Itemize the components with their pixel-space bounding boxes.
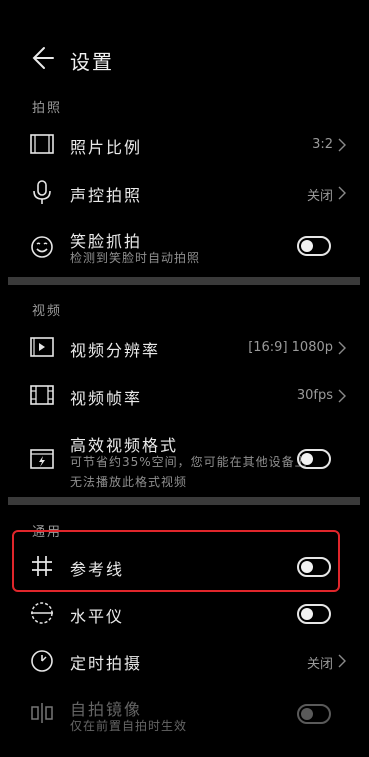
- setting-photo-ratio[interactable]: 照片比例 3:2: [0, 128, 369, 162]
- toggle-knob: [301, 240, 313, 252]
- setting-value: [16:9] 1080p: [248, 340, 333, 355]
- page-title: 设置: [70, 50, 114, 74]
- header: 设置: [0, 0, 369, 110]
- setting-label: 视频帧率: [70, 389, 143, 408]
- setting-video-resolution[interactable]: 视频分辨率 [16:9] 1080p: [0, 331, 369, 365]
- level-icon: [31, 602, 53, 624]
- setting-value: 3:2: [312, 137, 333, 152]
- setting-video-format[interactable]: 高效视频格式 可节省约35%空间，您可能在其他设备上无法播放此格式视频: [0, 428, 369, 490]
- setting-value: 关闭: [306, 657, 333, 672]
- level-toggle[interactable]: [297, 604, 331, 624]
- chevron-right-icon: [338, 654, 346, 668]
- setting-selfie-mirror: 自拍镜像 仅在前置自拍时生效: [0, 692, 369, 738]
- setting-timer[interactable]: 定时拍摄 关闭: [0, 644, 369, 678]
- chevron-right-icon: [338, 389, 346, 403]
- smile-icon: [31, 236, 53, 258]
- setting-label: 声控拍照: [70, 186, 143, 205]
- chevron-right-icon: [338, 186, 346, 200]
- toggle-knob: [301, 708, 313, 720]
- setting-label: 水平仪: [70, 607, 125, 626]
- chevron-right-icon: [338, 138, 346, 152]
- section-label-video: 视频: [32, 304, 63, 319]
- toggle-knob: [301, 453, 313, 465]
- aspect-ratio-icon: [30, 134, 54, 154]
- setting-sublabel: 仅在前置自拍时生效: [70, 719, 188, 733]
- highlight-box: [12, 530, 340, 592]
- selfie-mirror-toggle: [297, 704, 331, 724]
- setting-voice-capture[interactable]: 声控拍照 关闭: [0, 176, 369, 210]
- setting-video-framerate[interactable]: 视频帧率 30fps: [0, 379, 369, 413]
- section-label-photo: 拍照: [32, 101, 63, 116]
- setting-smile-capture[interactable]: 笑脸抓拍 检测到笑脸时自动拍照: [0, 224, 369, 270]
- setting-label: 视频分辨率: [70, 341, 161, 360]
- film-icon: [30, 385, 54, 405]
- section-divider: [8, 497, 360, 505]
- setting-sublabel: 检测到笑脸时自动拍照: [70, 251, 201, 265]
- setting-sublabel: 可节省约35%空间，您可能在其他设备上无法播放此格式视频: [70, 455, 308, 489]
- back-arrow-icon[interactable]: [30, 44, 54, 72]
- video-format-toggle[interactable]: [297, 449, 331, 469]
- section-divider: [8, 277, 360, 285]
- mirror-icon: [31, 703, 53, 723]
- setting-value: 30fps: [296, 388, 333, 403]
- microphone-icon: [33, 180, 51, 204]
- setting-label: 照片比例: [70, 138, 143, 157]
- setting-label: 定时拍摄: [70, 654, 143, 673]
- toggle-knob: [301, 608, 313, 620]
- video-resolution-icon: [30, 337, 54, 357]
- setting-level[interactable]: 水平仪: [0, 597, 369, 631]
- smile-capture-toggle[interactable]: [297, 236, 331, 256]
- chevron-right-icon: [338, 341, 346, 355]
- setting-value: 关闭: [306, 189, 333, 204]
- timer-icon: [31, 650, 53, 672]
- video-format-icon: [30, 449, 54, 469]
